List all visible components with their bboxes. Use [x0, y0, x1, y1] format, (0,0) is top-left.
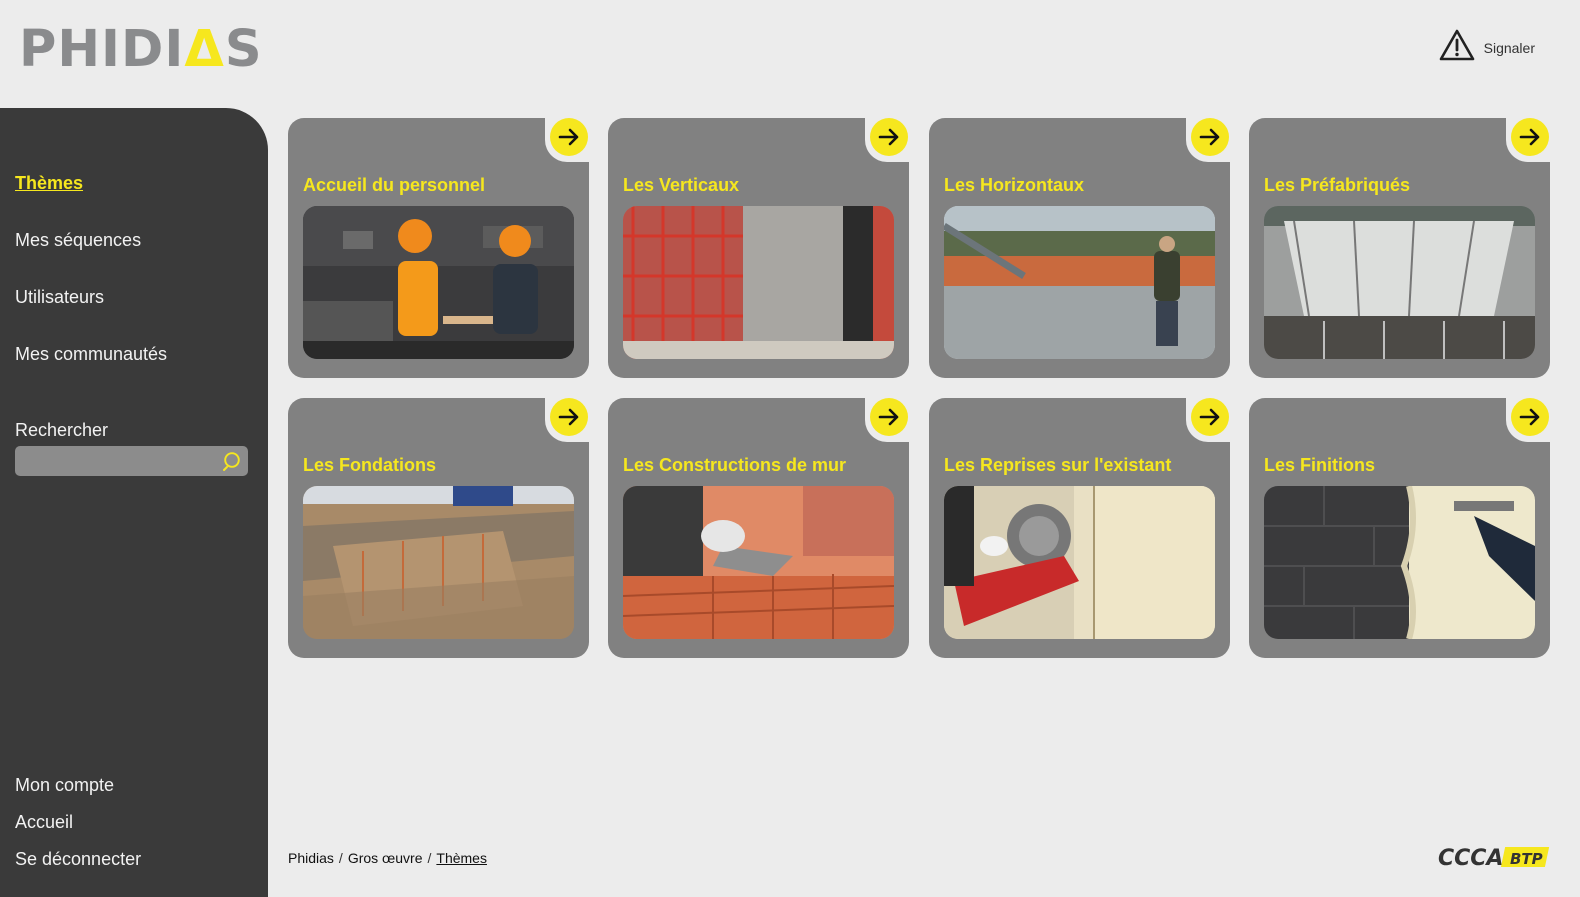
card-image	[944, 486, 1215, 639]
card-title: Les Finitions	[1264, 455, 1376, 475]
theme-card[interactable]: Accueil du personnel	[288, 116, 591, 378]
card-title: Les Reprises sur l'existant	[944, 455, 1172, 475]
arrow-right-icon[interactable]	[550, 398, 588, 436]
sidebar: Thèmes Mes séquences Utilisateurs Mes co…	[0, 108, 268, 897]
ccca-btp-logo: CCCA BTP	[1438, 843, 1552, 876]
arrow-right-icon[interactable]	[1511, 118, 1549, 156]
card-image	[1264, 206, 1535, 359]
card-image	[944, 206, 1215, 359]
search-label: Rechercher	[15, 420, 109, 440]
card-image	[623, 206, 894, 359]
breadcrumb-item-phidias[interactable]: Phidias	[288, 850, 334, 866]
theme-card[interactable]: Les Reprises sur l'existant	[929, 396, 1232, 658]
arrow-right-icon[interactable]	[1511, 398, 1549, 436]
theme-card[interactable]: Les Fondations	[288, 396, 591, 658]
nav-item-my-sequences[interactable]: Mes séquences	[15, 230, 141, 251]
card-title: Les Fondations	[303, 455, 437, 475]
card-image	[303, 486, 574, 639]
logo-word: CCCA	[1438, 846, 1503, 871]
card-image	[1264, 486, 1535, 639]
theme-card[interactable]: Les Finitions	[1249, 396, 1552, 658]
phidias-logo[interactable]: PHIDIΔS	[19, 19, 263, 79]
arrow-right-icon[interactable]	[1191, 118, 1229, 156]
nav-item-logout[interactable]: Se déconnecter	[15, 849, 141, 870]
theme-card[interactable]: Les Horizontaux	[929, 116, 1232, 378]
card-title: Les Horizontaux	[944, 175, 1085, 195]
search-box	[15, 446, 248, 476]
arrow-right-icon[interactable]	[870, 398, 908, 436]
theme-card[interactable]: Les Constructions de mur	[608, 396, 911, 658]
nav-item-themes[interactable]: Thèmes	[15, 173, 83, 194]
report-label: Signaler	[1483, 39, 1535, 56]
card-image	[303, 206, 574, 359]
card-image	[623, 486, 894, 639]
card-title: Les Verticaux	[623, 175, 740, 195]
breadcrumb-separator: /	[338, 850, 343, 866]
nav-item-my-communities[interactable]: Mes communautés	[15, 344, 167, 365]
search-input[interactable]	[15, 446, 215, 476]
report-button[interactable]: Signaler	[1439, 28, 1535, 67]
nav-item-home[interactable]: Accueil	[15, 812, 73, 833]
arrow-right-icon[interactable]	[550, 118, 588, 156]
theme-card[interactable]: Les Verticaux	[608, 116, 911, 378]
arrow-right-icon[interactable]	[870, 118, 908, 156]
breadcrumb-item-themes[interactable]: Thèmes	[436, 850, 487, 866]
breadcrumb-separator: /	[427, 850, 432, 866]
theme-card[interactable]: Les Préfabriqués	[1249, 116, 1552, 378]
card-title: Accueil du personnel	[303, 175, 486, 195]
breadcrumb: Phidias / Gros œuvre / Thèmes	[288, 850, 487, 866]
card-title: Les Préfabriqués	[1264, 175, 1411, 195]
arrow-right-icon[interactable]	[1191, 398, 1229, 436]
nav-item-my-account[interactable]: Mon compte	[15, 775, 114, 796]
breadcrumb-item-gros-oeuvre[interactable]: Gros œuvre	[348, 850, 423, 866]
warning-triangle-icon	[1439, 28, 1475, 67]
search-icon[interactable]	[222, 450, 244, 472]
card-title: Les Constructions de mur	[623, 455, 847, 475]
logo-text: PHIDIΔS	[19, 19, 263, 79]
logo-suffix: BTP	[1510, 850, 1543, 868]
nav-item-users[interactable]: Utilisateurs	[15, 287, 104, 308]
